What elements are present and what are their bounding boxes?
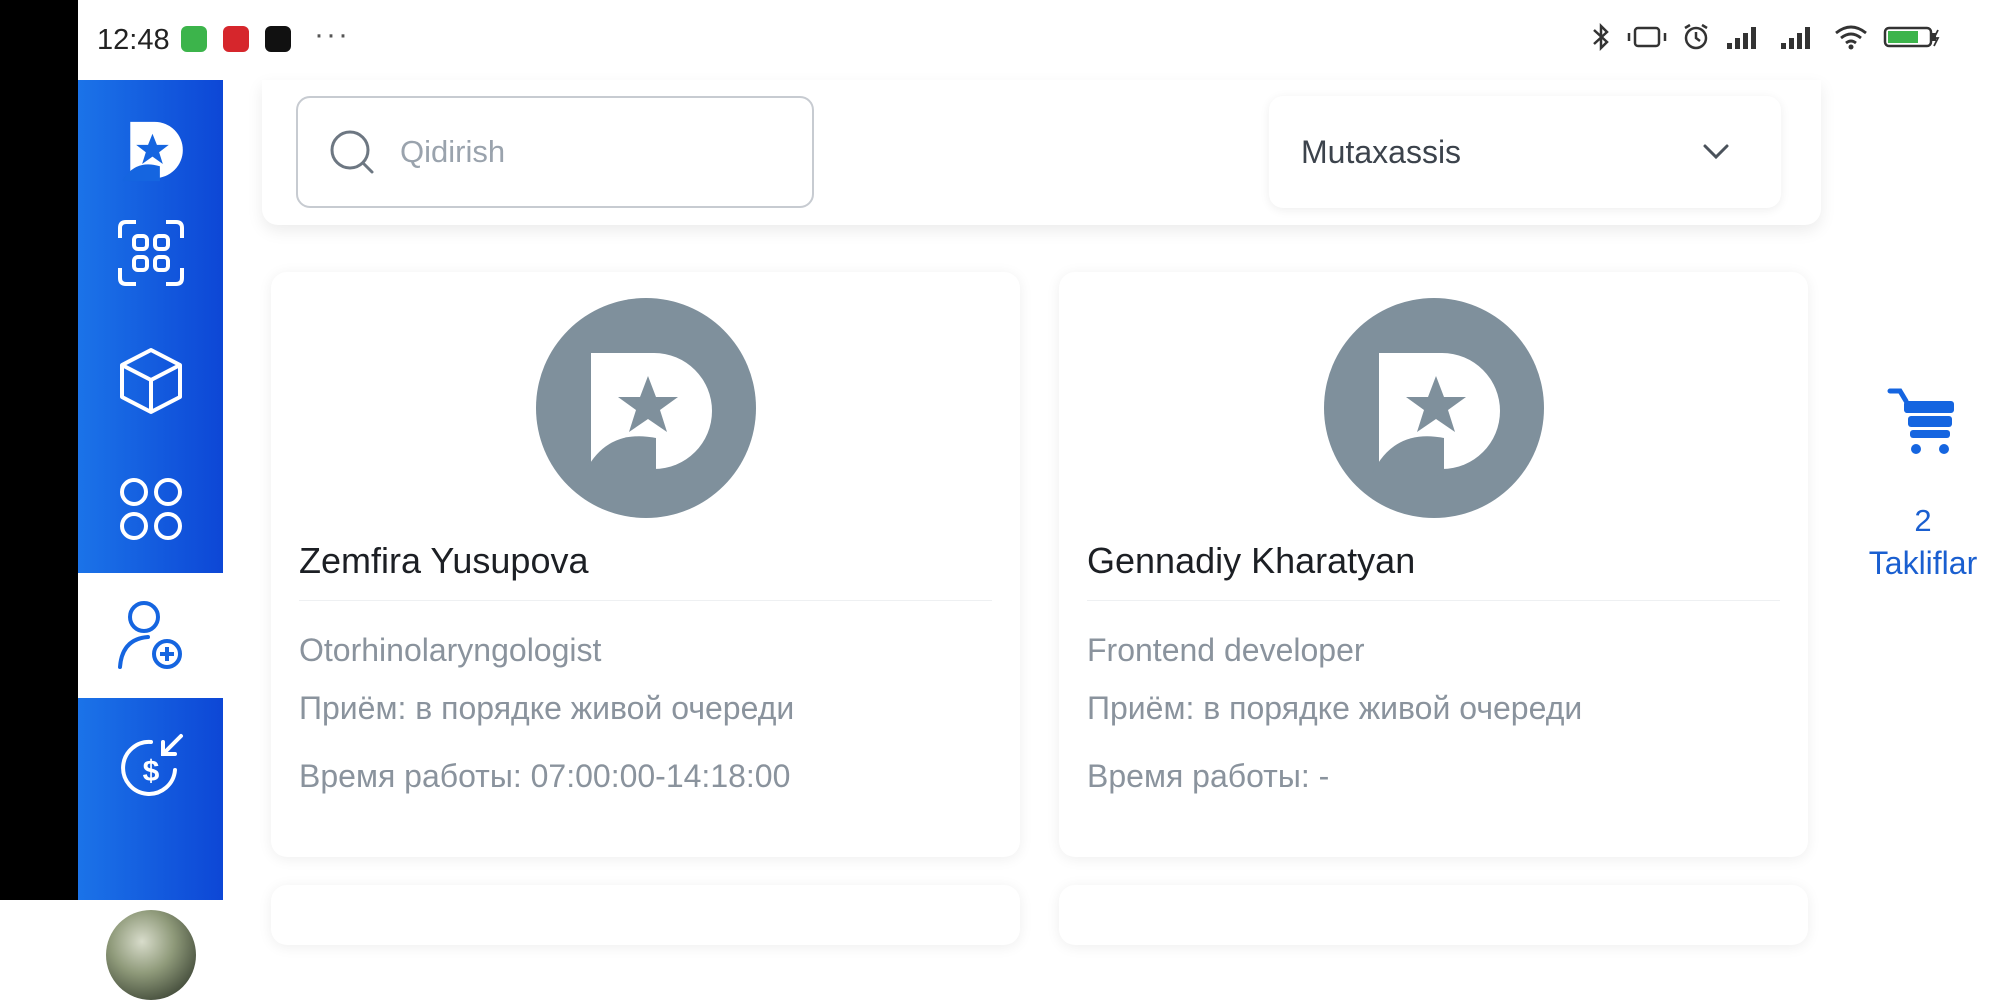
- specialist-card[interactable]: [271, 885, 1020, 945]
- more-notifications-icon: ···: [314, 18, 350, 51]
- grid-icon: [119, 478, 182, 540]
- offers-cart-button[interactable]: 2 Takliflar: [1858, 385, 1988, 595]
- wifi-icon: [1835, 25, 1867, 50]
- status-time: 12:48: [97, 24, 170, 56]
- specialist-card[interactable]: [1059, 885, 1808, 945]
- specialist-hours: Время работы: -: [1087, 758, 1330, 794]
- divider: [1087, 600, 1780, 601]
- dollar-refund-icon: $: [120, 734, 183, 796]
- signal-icon: [1727, 27, 1756, 49]
- search-placeholder: Qidirish: [400, 134, 506, 169]
- add-user-icon: [117, 600, 182, 669]
- specialist-specialty: Otorhinolaryngologist: [299, 632, 602, 668]
- sidebar-item-specialists[interactable]: [78, 573, 223, 698]
- specialist-avatar-icon: [536, 298, 756, 518]
- status-bar: 12:48 ···: [78, 0, 2003, 80]
- specialty-select-value: Mutaxassis: [1301, 133, 1462, 170]
- svg-text:$: $: [142, 755, 159, 788]
- scan-icon: [117, 220, 184, 286]
- bluetooth-icon: [1593, 22, 1609, 52]
- alarm-icon: [1684, 23, 1708, 50]
- vibrate-icon: [1627, 26, 1667, 48]
- cube-icon: [119, 348, 182, 414]
- specialist-card[interactable]: Zemfira Yusupova Otorhinolaryngologist П…: [271, 272, 1020, 857]
- specialist-reception: Приём: в порядке живой очереди: [299, 690, 795, 726]
- specialist-avatar-icon: [1324, 298, 1544, 518]
- offers-label: Takliflar: [1868, 545, 1978, 581]
- signal-icon: [1781, 27, 1810, 49]
- specialty-select[interactable]: Mutaxassis: [1269, 96, 1781, 208]
- sidebar-item-categories[interactable]: [78, 454, 223, 564]
- specialist-hours: Время работы: 07:00:00-14:18:00: [299, 758, 791, 794]
- sidebar-item-home[interactable]: [78, 95, 223, 205]
- app-screen: 12:48 ··· $ Qidirish Mutaxassis Zemfira …: [78, 0, 2003, 1000]
- avatar[interactable]: [106, 910, 196, 1000]
- cart-icon: [1887, 388, 1954, 454]
- status-icons: [1589, 22, 1941, 52]
- search-icon: [330, 130, 374, 174]
- search-input[interactable]: Qidirish: [296, 96, 814, 208]
- battery-icon: [1883, 26, 1940, 48]
- specialist-card[interactable]: Gennadiy Kharatyan Frontend developer Пр…: [1059, 272, 1808, 857]
- specialist-name: Zemfira Yusupova: [299, 540, 589, 581]
- chevron-down-icon: [1703, 144, 1729, 160]
- app-notification-icon: [223, 26, 249, 52]
- sidebar: $: [78, 80, 223, 1000]
- offers-count: 2: [1914, 503, 1932, 538]
- logo-icon: [122, 121, 183, 182]
- specialist-specialty: Frontend developer: [1087, 632, 1365, 668]
- app-notification-icon: [181, 26, 207, 52]
- sidebar-item-products[interactable]: [78, 326, 223, 436]
- divider: [299, 600, 992, 601]
- specialist-name: Gennadiy Kharatyan: [1087, 540, 1416, 581]
- sidebar-item-scan[interactable]: [78, 198, 223, 308]
- filter-bar: Qidirish Mutaxassis: [262, 80, 1821, 225]
- specialist-reception: Приём: в порядке живой очереди: [1087, 690, 1583, 726]
- app-notification-icon: [265, 26, 291, 52]
- device-edge: [0, 0, 78, 900]
- sidebar-item-finance[interactable]: $: [78, 711, 223, 821]
